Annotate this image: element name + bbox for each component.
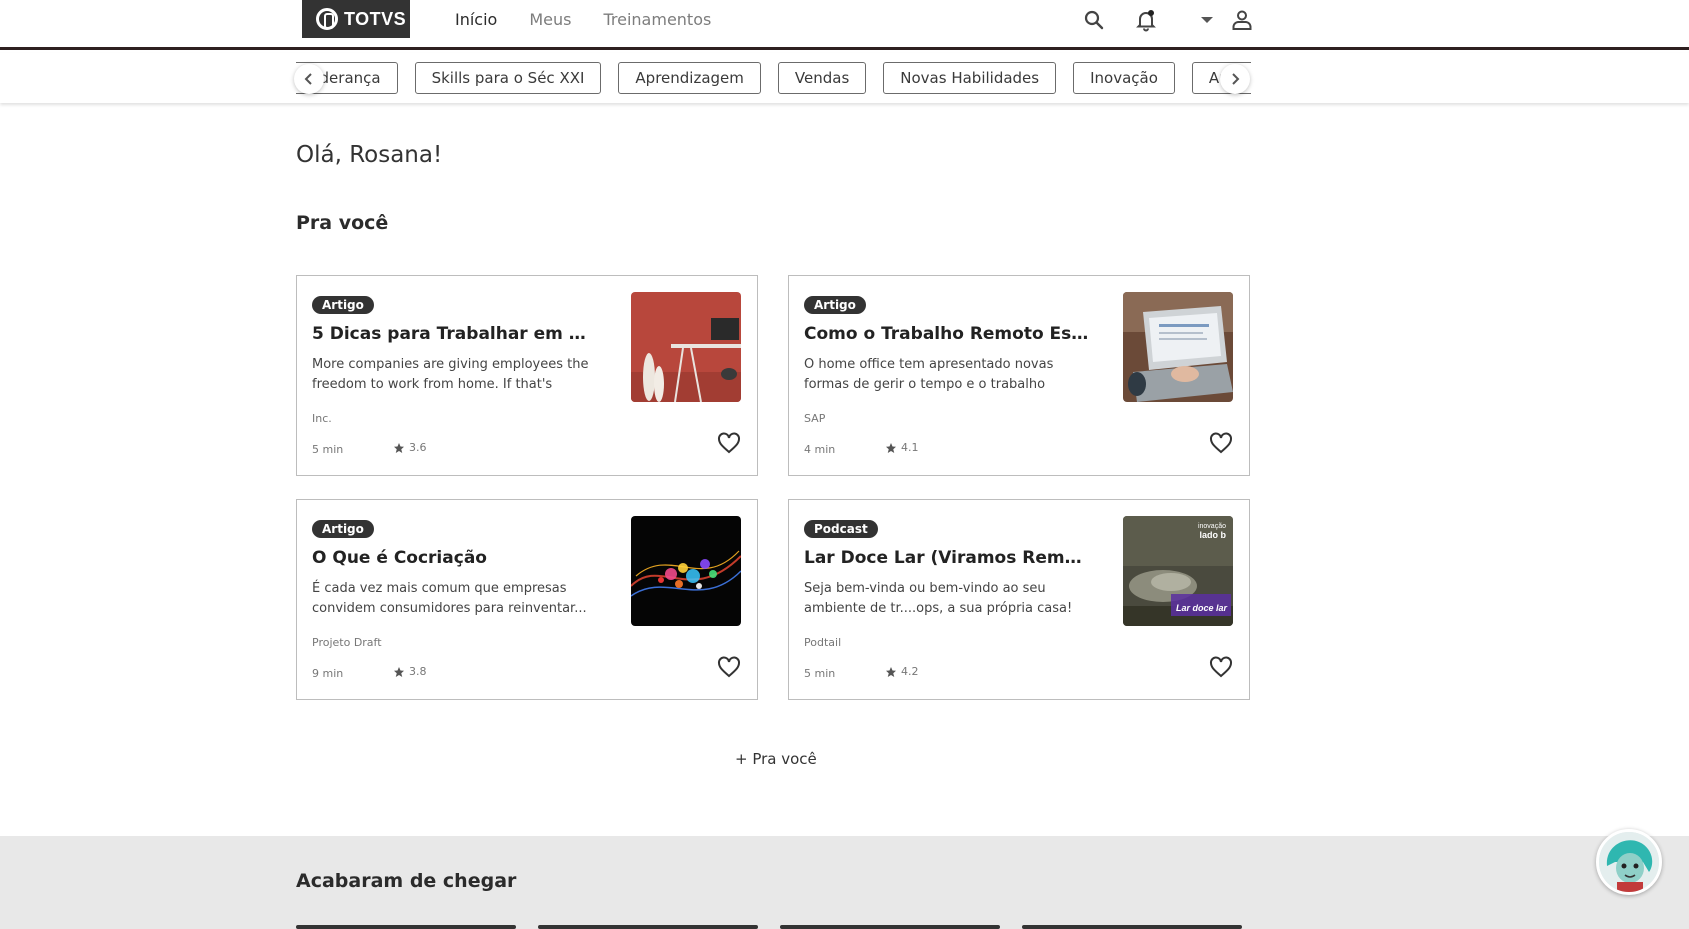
greeting: Olá, Rosana! bbox=[296, 142, 443, 168]
content-card[interactable]: Artigo 5 Dicas para Trabalhar em Casa...… bbox=[296, 275, 758, 476]
card-title[interactable]: 5 Dicas para Trabalhar em Casa... bbox=[312, 324, 597, 344]
content-type-badge: Artigo bbox=[312, 296, 374, 314]
more-pra-voce-link[interactable]: + Pra você bbox=[735, 750, 817, 768]
rating-value: 3.8 bbox=[409, 665, 427, 678]
assistant-avatar-button[interactable] bbox=[1596, 829, 1662, 895]
card-thumbnail[interactable] bbox=[631, 292, 741, 402]
section-title-acabaram-de-chegar: Acabaram de chegar bbox=[296, 870, 517, 892]
content-type-badge: Artigo bbox=[804, 296, 866, 314]
card-preview-edge bbox=[538, 925, 758, 929]
main-nav: Início Meus Treinamentos bbox=[455, 10, 711, 29]
top-header: TOTVS Início Meus Treinamentos bbox=[0, 0, 1689, 50]
carousel-next-button[interactable] bbox=[1220, 64, 1250, 94]
section-title-pra-voce: Pra você bbox=[296, 212, 389, 234]
nav-meus[interactable]: Meus bbox=[529, 10, 571, 29]
star-icon bbox=[394, 442, 404, 453]
card-rating: 3.6 bbox=[393, 441, 427, 454]
content-card[interactable]: Artigo O Que é Cocriação É cada vez mais… bbox=[296, 499, 758, 700]
favorite-heart-icon[interactable] bbox=[717, 432, 741, 454]
category-chip-skills[interactable]: Skills para o Séc XXI bbox=[414, 62, 602, 94]
card-thumbnail[interactable] bbox=[1123, 292, 1233, 402]
card-description: É cada vez mais comum que empresas convi… bbox=[312, 581, 587, 616]
favorite-heart-icon[interactable] bbox=[717, 656, 741, 678]
card-rating: 4.2 bbox=[885, 665, 919, 678]
favorite-heart-icon[interactable] bbox=[1209, 656, 1233, 678]
rating-value: 4.1 bbox=[901, 441, 919, 454]
nav-treinamentos[interactable]: Treinamentos bbox=[603, 10, 711, 29]
nav-inicio[interactable]: Início bbox=[455, 10, 497, 29]
totvs-logo-icon bbox=[316, 8, 338, 30]
content-type-badge: Podcast bbox=[804, 520, 878, 538]
content-type-badge: Artigo bbox=[312, 520, 374, 538]
card-duration: 5 min bbox=[804, 667, 836, 680]
card-title[interactable]: Como o Trabalho Remoto Está... bbox=[804, 324, 1089, 344]
assistant-avatar-icon bbox=[1599, 832, 1659, 892]
logo-text: TOTVS bbox=[344, 8, 407, 29]
chevron-down-icon[interactable] bbox=[1200, 8, 1214, 32]
star-icon bbox=[886, 666, 896, 677]
card-preview-edge bbox=[1022, 925, 1242, 929]
notification-bell-icon[interactable] bbox=[1134, 8, 1158, 32]
card-rating: 3.8 bbox=[393, 665, 427, 678]
card-duration: 5 min bbox=[312, 443, 344, 456]
card-title[interactable]: Lar Doce Lar (Viramos Remoto, e... bbox=[804, 548, 1089, 568]
category-chip-vendas[interactable]: Vendas bbox=[777, 62, 867, 94]
category-carousel: Liderança Skills para o Séc XXI Aprendiz… bbox=[296, 62, 1251, 95]
card-description: O home office tem apresentado novas form… bbox=[804, 357, 1054, 392]
card-source: Inc. bbox=[312, 412, 332, 425]
totvs-logo[interactable]: TOTVS bbox=[302, 0, 410, 38]
user-profile-icon[interactable] bbox=[1230, 8, 1254, 32]
rating-value: 3.6 bbox=[409, 441, 427, 454]
category-bar: Liderança Skills para o Séc XXI Aprendiz… bbox=[0, 53, 1689, 103]
content-card[interactable]: Artigo Como o Trabalho Remoto Está... O … bbox=[788, 275, 1250, 476]
card-duration: 4 min bbox=[804, 443, 836, 456]
card-thumbnail[interactable]: inovação lado b Lar doce lar bbox=[1123, 516, 1233, 626]
chevron-left-icon bbox=[304, 73, 312, 85]
star-icon bbox=[394, 666, 404, 677]
just-arrived-section bbox=[0, 836, 1689, 929]
podcast-thumb-caption: Lar doce lar bbox=[1176, 603, 1228, 613]
card-description: More companies are giving employees the … bbox=[312, 357, 589, 392]
card-title[interactable]: O Que é Cocriação bbox=[312, 548, 597, 568]
card-preview-edge bbox=[296, 925, 516, 929]
card-duration: 9 min bbox=[312, 667, 344, 680]
card-rating: 4.1 bbox=[885, 441, 919, 454]
content-card[interactable]: Podcast Lar Doce Lar (Viramos Remoto, e.… bbox=[788, 499, 1250, 700]
carousel-prev-button[interactable] bbox=[294, 64, 324, 94]
card-source: SAP bbox=[804, 412, 826, 425]
category-chip-novas-habilidades[interactable]: Novas Habilidades bbox=[883, 62, 1057, 94]
star-icon bbox=[886, 442, 896, 453]
podcast-thumb-top-text: inovação bbox=[1198, 523, 1226, 530]
card-thumbnail[interactable] bbox=[631, 516, 741, 626]
card-preview-edge bbox=[780, 925, 1000, 929]
search-icon[interactable] bbox=[1082, 8, 1106, 32]
card-source: Podtail bbox=[804, 636, 842, 649]
category-chip-inovacao[interactable]: Inovação bbox=[1073, 62, 1175, 94]
card-source: Projeto Draft bbox=[312, 636, 382, 649]
category-chip-aprendizagem[interactable]: Aprendizagem bbox=[618, 62, 761, 94]
favorite-heart-icon[interactable] bbox=[1209, 432, 1233, 454]
rating-value: 4.2 bbox=[901, 665, 919, 678]
chevron-right-icon bbox=[1232, 73, 1240, 85]
card-description: Seja bem-vinda ou bem-vindo ao seu ambie… bbox=[804, 581, 1073, 616]
podcast-thumb-brand-text: lado b bbox=[1200, 530, 1227, 540]
